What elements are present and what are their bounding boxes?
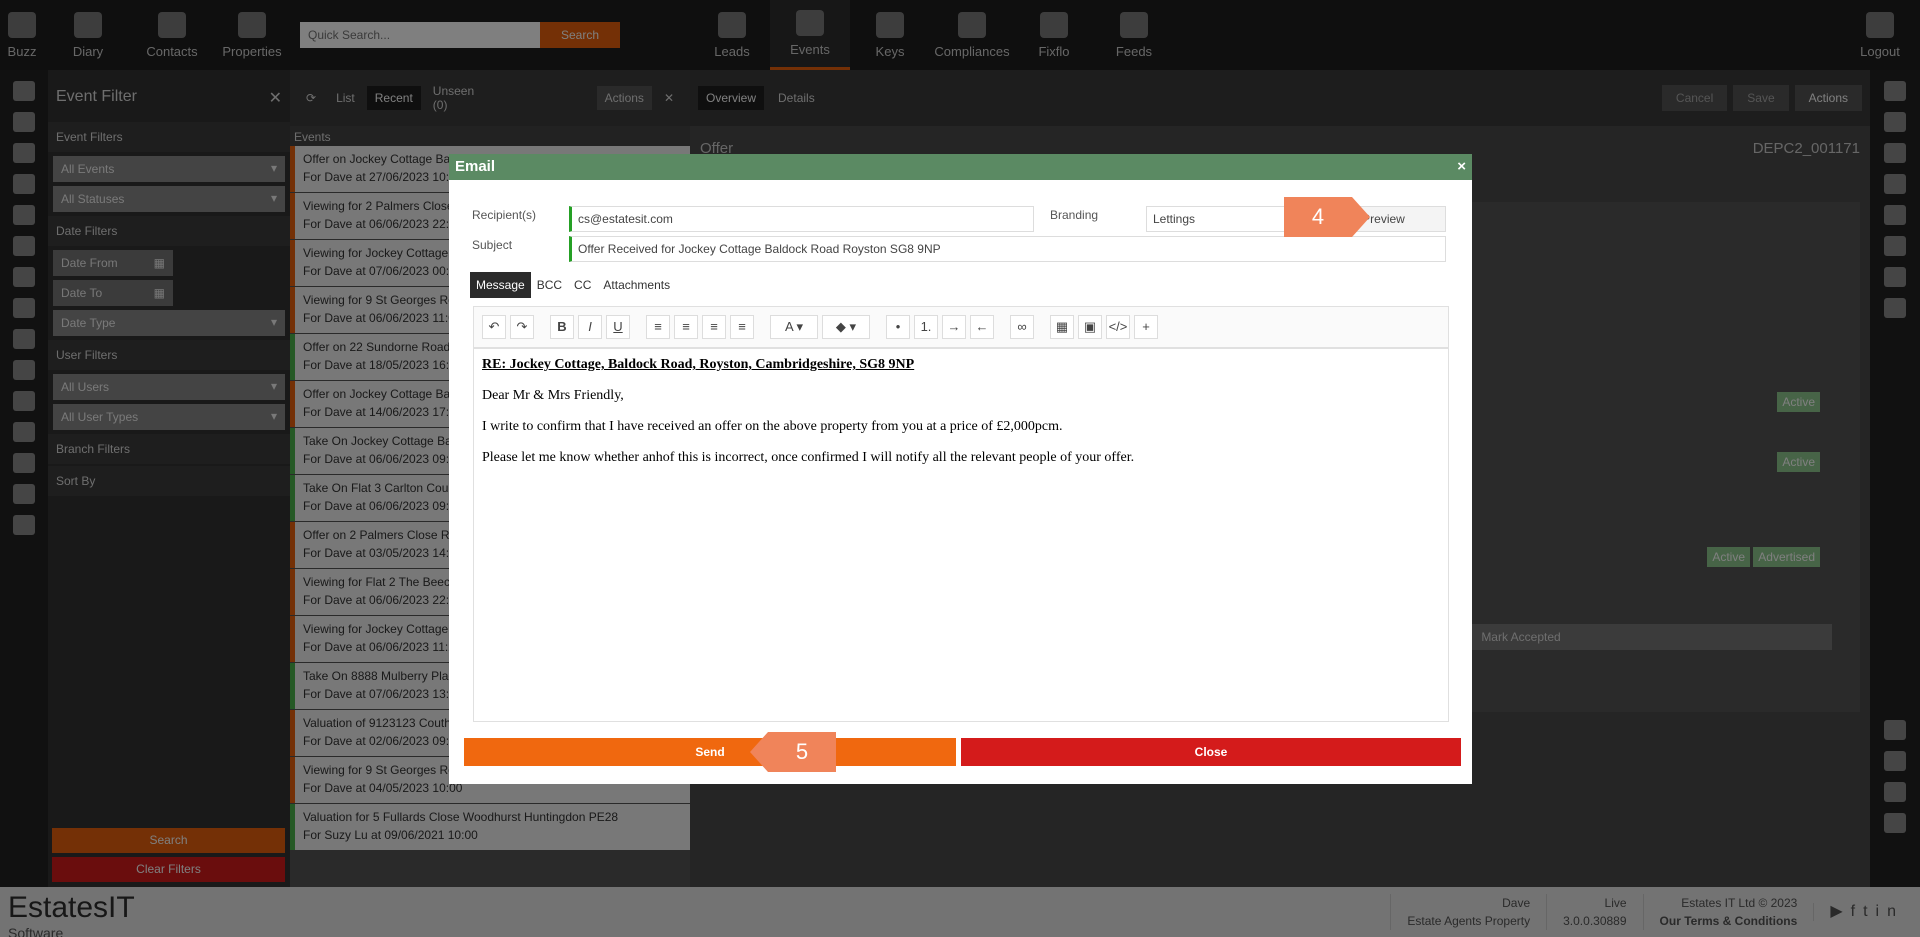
recipients-label: Recipient(s)	[472, 208, 537, 222]
underline-icon[interactable]: U	[606, 315, 630, 339]
email-modal: Email × Recipient(s) cs@estatesit.com Br…	[449, 154, 1472, 784]
align-right-icon[interactable]: ≡	[702, 315, 726, 339]
outdent-icon[interactable]: ←	[970, 315, 994, 339]
email-body-editor[interactable]: RE: Jockey Cottage, Baldock Road, Roysto…	[473, 348, 1449, 722]
numbered-list-icon[interactable]: 1.	[914, 315, 938, 339]
close-icon[interactable]: ×	[1457, 158, 1466, 176]
recipients-field[interactable]: cs@estatesit.com	[569, 206, 1034, 232]
redo-icon[interactable]: ↷	[510, 315, 534, 339]
align-center-icon[interactable]: ≡	[674, 315, 698, 339]
align-left-icon[interactable]: ≡	[646, 315, 670, 339]
font-color-icon[interactable]: A ▾	[770, 315, 818, 339]
code-icon[interactable]: </>	[1106, 315, 1130, 339]
align-justify-icon[interactable]: ≡	[730, 315, 754, 339]
send-button[interactable]: Send	[464, 738, 956, 766]
email-modal-header: Email ×	[449, 154, 1472, 180]
subject-field[interactable]: Offer Received for Jockey Cottage Baldoc…	[569, 236, 1446, 262]
bullet-list-icon[interactable]: •	[886, 315, 910, 339]
italic-icon[interactable]: I	[578, 315, 602, 339]
highlight-color-icon[interactable]: ◆ ▾	[822, 315, 870, 339]
email-body-paragraph: Please let me know whether anhof this is…	[482, 450, 1135, 465]
email-tabs: Message BCC CC Attachments	[470, 272, 676, 298]
editor-toolbar: ↶ ↷ B I U ≡ ≡ ≡ ≡ A ▾ ◆ ▾ • 1. → ← ∞ ▦ ▣…	[473, 306, 1449, 348]
email-body-heading: RE: Jockey Cottage, Baldock Road, Roysto…	[482, 357, 915, 372]
tab-message[interactable]: Message	[470, 272, 531, 298]
image-icon[interactable]: ▣	[1078, 315, 1102, 339]
step-callout-preview: 4	[1284, 197, 1370, 237]
email-modal-title: Email	[455, 158, 496, 175]
indent-icon[interactable]: →	[942, 315, 966, 339]
plus-icon[interactable]: +	[1134, 315, 1158, 339]
close-button[interactable]: Close	[961, 738, 1461, 766]
table-icon[interactable]: ▦	[1050, 315, 1074, 339]
tab-bcc[interactable]: BCC	[531, 272, 568, 298]
subject-label: Subject	[472, 238, 513, 252]
branding-label: Branding	[1050, 208, 1099, 222]
link-icon[interactable]: ∞	[1010, 315, 1034, 339]
email-body-paragraph: I write to confirm that I have received …	[482, 419, 1063, 434]
email-body-greeting: Dear Mr & Mrs Friendly,	[482, 388, 624, 403]
undo-icon[interactable]: ↶	[482, 315, 506, 339]
tab-cc[interactable]: CC	[568, 272, 597, 298]
bold-icon[interactable]: B	[550, 315, 574, 339]
tab-attachments[interactable]: Attachments	[597, 272, 676, 298]
step-callout-send: 5	[750, 732, 836, 772]
